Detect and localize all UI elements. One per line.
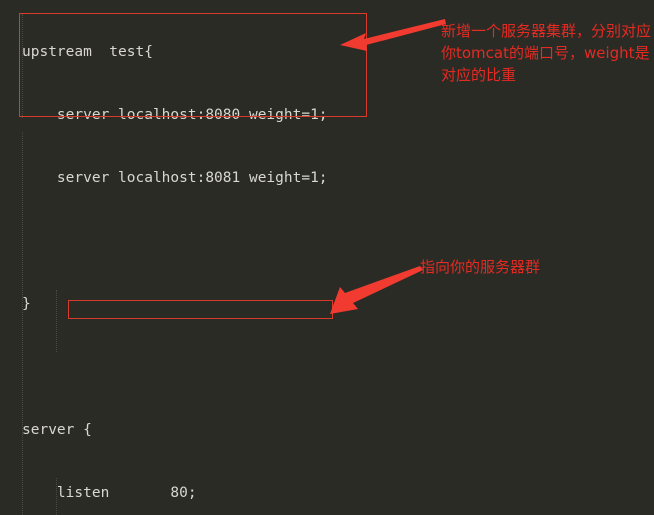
nginx-config-screenshot: upstream test{ server localhost:8080 wei… [0,0,654,515]
code-line: server localhost:8081 weight=1; [22,170,328,186]
code-line: } [22,296,31,312]
code-line: server localhost:8080 weight=1; [22,107,328,123]
annotation-upstream-note: 新增一个服务器集群，分别对应你tomcat的端口号，weight是对应的比重 [441,22,652,84]
code-line: server { [22,422,92,438]
code-line: listen 80; [22,485,197,501]
annotation-proxy-note: 指向你的服务器群 [420,258,541,276]
